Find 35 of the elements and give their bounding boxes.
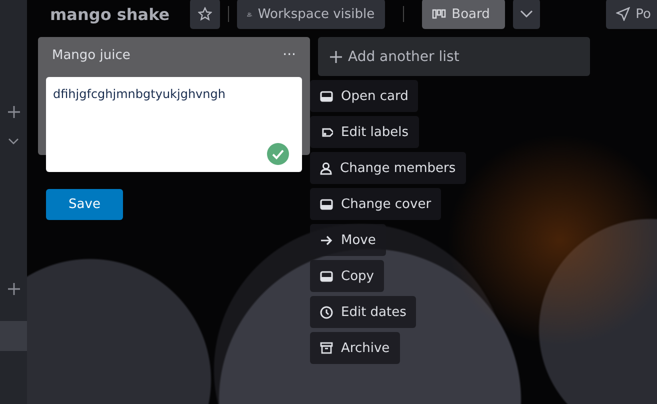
star-icon (198, 7, 212, 21)
save-button[interactable]: Save (46, 189, 123, 220)
plus-icon[interactable] (8, 106, 20, 118)
chevron-down-icon[interactable] (8, 138, 19, 145)
add-list-button[interactable]: Add another list (318, 37, 590, 76)
view-dropdown-button[interactable] (512, 0, 540, 29)
board-columns-icon (432, 9, 446, 19)
card-menu-item[interactable]: Archive (310, 332, 400, 364)
chevron-down-icon (520, 10, 533, 18)
card-menu-item[interactable]: Change cover (310, 188, 442, 220)
card-menu-item[interactable]: Move (310, 224, 386, 256)
power-ups-button[interactable]: Po (606, 0, 657, 29)
star-button[interactable] (190, 0, 220, 29)
list-menu-button[interactable]: ··· (282, 47, 296, 63)
check-circle-icon (267, 143, 289, 165)
card-menu-item[interactable]: Edit dates (310, 296, 416, 328)
plus-icon (330, 50, 342, 62)
archive-box-icon (320, 342, 333, 354)
card-icon (320, 270, 333, 282)
card-icon (320, 90, 333, 102)
card-menu-item[interactable]: Open card (310, 80, 418, 112)
board-view-tab[interactable]: Board (422, 0, 505, 29)
list-title[interactable]: Mango juice (52, 48, 130, 62)
card-menu-item[interactable]: Copy (310, 260, 384, 292)
board-title[interactable]: mango shake (50, 4, 170, 24)
tag-icon (320, 126, 333, 138)
card-menu-item[interactable]: Change members (310, 152, 466, 184)
plus-icon[interactable] (8, 283, 20, 295)
card-title-field[interactable]: dfihjgfcghjmnbgtyukjghvngh (46, 77, 302, 172)
card-menu-item[interactable]: Edit labels (310, 116, 419, 148)
card-icon (320, 198, 333, 210)
arrow-right-icon (320, 234, 333, 246)
person-icon (320, 162, 332, 174)
visibility-button[interactable]: Workspace visible (236, 0, 385, 29)
clock-icon (320, 306, 333, 318)
